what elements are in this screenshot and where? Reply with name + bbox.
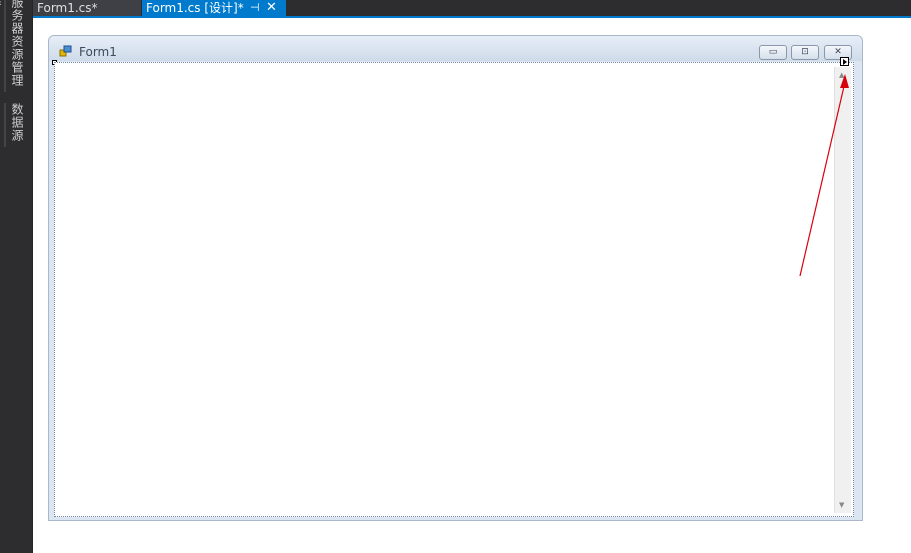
pin-icon[interactable]: ⊣ bbox=[250, 0, 260, 16]
minimize-icon: ▭ bbox=[768, 47, 778, 57]
close-icon: ✕ bbox=[834, 47, 842, 57]
side-panel-strip: 服务器资源管理器 数据源 bbox=[0, 0, 33, 553]
form-title-bar[interactable]: Form1 ▭ ⊡ ✕ bbox=[49, 36, 862, 61]
tab-label: Form1.cs* bbox=[37, 1, 98, 15]
maximize-button[interactable]: ⊡ bbox=[791, 45, 819, 60]
tab-form1-designer[interactable]: Form1.cs [设计]* ⊣ ✕ bbox=[142, 0, 286, 16]
server-explorer-tab[interactable]: 服务器资源管理器 bbox=[0, 0, 28, 92]
data-sources-tab[interactable]: 数据源 bbox=[4, 103, 28, 147]
form-window[interactable]: Form1 ▭ ⊡ ✕ ▲ ▼ bbox=[48, 35, 863, 521]
close-icon[interactable]: ✕ bbox=[266, 0, 277, 16]
form-client-area[interactable]: ▲ ▼ bbox=[54, 62, 854, 517]
tab-form1-code[interactable]: Form1.cs* bbox=[33, 0, 141, 16]
form-icon bbox=[59, 45, 72, 57]
scroll-up-icon[interactable]: ▲ bbox=[839, 71, 844, 79]
minimize-button[interactable]: ▭ bbox=[759, 45, 787, 60]
scroll-down-icon[interactable]: ▼ bbox=[839, 501, 844, 509]
form-title: Form1 bbox=[79, 45, 117, 59]
smart-tag-glyph[interactable] bbox=[840, 57, 849, 66]
vertical-scrollbar[interactable]: ▲ ▼ bbox=[834, 67, 851, 513]
tab-label: Form1.cs [设计]* bbox=[146, 1, 244, 15]
maximize-icon: ⊡ bbox=[801, 47, 809, 57]
